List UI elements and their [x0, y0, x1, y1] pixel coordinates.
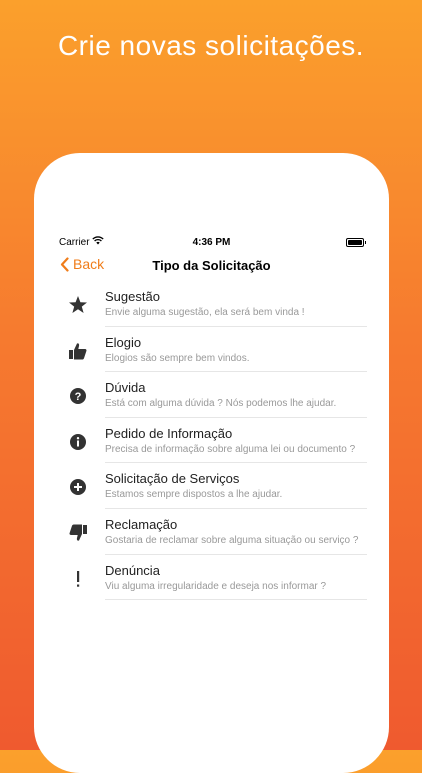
item-subtitle: Estamos sempre dispostos a lhe ajudar.: [105, 489, 283, 501]
item-title: Sugestão: [105, 289, 160, 304]
svg-text:?: ?: [75, 391, 82, 403]
navigation-bar: Back Tipo da Solicitação: [34, 253, 389, 281]
item-title: Pedido de Informação: [105, 425, 233, 441]
item-title: Denúncia: [105, 562, 160, 578]
list-item-sugestao[interactable]: Sugestão Envie alguma sugestão, ela será…: [58, 281, 367, 327]
status-time: 4:36 PM: [192, 237, 231, 248]
list-item-reclamacao[interactable]: Reclamação Gostaria de reclamar sobre al…: [58, 509, 367, 555]
battery-icon: [346, 238, 366, 247]
question-icon: ?: [67, 385, 89, 407]
item-subtitle: Gostaria de reclamar sobre alguma situaç…: [105, 534, 359, 546]
star-icon: [67, 294, 89, 316]
item-subtitle: Viu alguma irregularidade e deseja nos i…: [105, 580, 327, 592]
request-type-list: Sugestão Envie alguma sugestão, ela será…: [58, 281, 367, 601]
list-item-duvida[interactable]: ? Dúvida Está com alguma dúvida ? Nós po…: [58, 372, 367, 418]
status-bar: Carrier 4:36 PM: [34, 235, 389, 251]
thumbs-down-icon: [67, 522, 89, 544]
plus-circle-icon: [67, 476, 89, 498]
item-title: Dúvida: [105, 380, 146, 396]
headline: Crie novas solicitações.: [57, 30, 365, 61]
item-title: Solicitação de Serviços: [105, 471, 240, 487]
phone-frame: Carrier 4:36 PM Back Tipo da Solicitação…: [34, 153, 389, 773]
item-subtitle: Está com alguma dúvida ? Nós podemos lhe…: [105, 398, 337, 410]
list-item-solicitacao-servicos[interactable]: Solicitação de Serviços Estamos sempre d…: [58, 463, 367, 509]
item-subtitle: Elogios são sempre bem vindos.: [105, 352, 250, 364]
nav-title: Tipo da Solicitação: [152, 258, 271, 273]
list-item-pedido-informacao[interactable]: Pedido de Informação Precisa de informaç…: [58, 418, 367, 464]
info-icon: [67, 431, 89, 453]
item-subtitle: Envie alguma sugestão, ela será bem vind…: [105, 307, 305, 318]
item-title: Reclamação: [105, 516, 178, 532]
list-item-denuncia[interactable]: Denúncia Viu alguma irregularidade e des…: [58, 555, 367, 601]
exclamation-icon: [67, 568, 89, 590]
list-item-elogio[interactable]: Elogio Elogios são sempre bem vindos.: [58, 327, 367, 373]
item-title: Elogio: [105, 334, 142, 350]
thumbs-up-icon: [67, 340, 89, 362]
item-subtitle: Precisa de informação sobre alguma lei o…: [105, 443, 356, 455]
